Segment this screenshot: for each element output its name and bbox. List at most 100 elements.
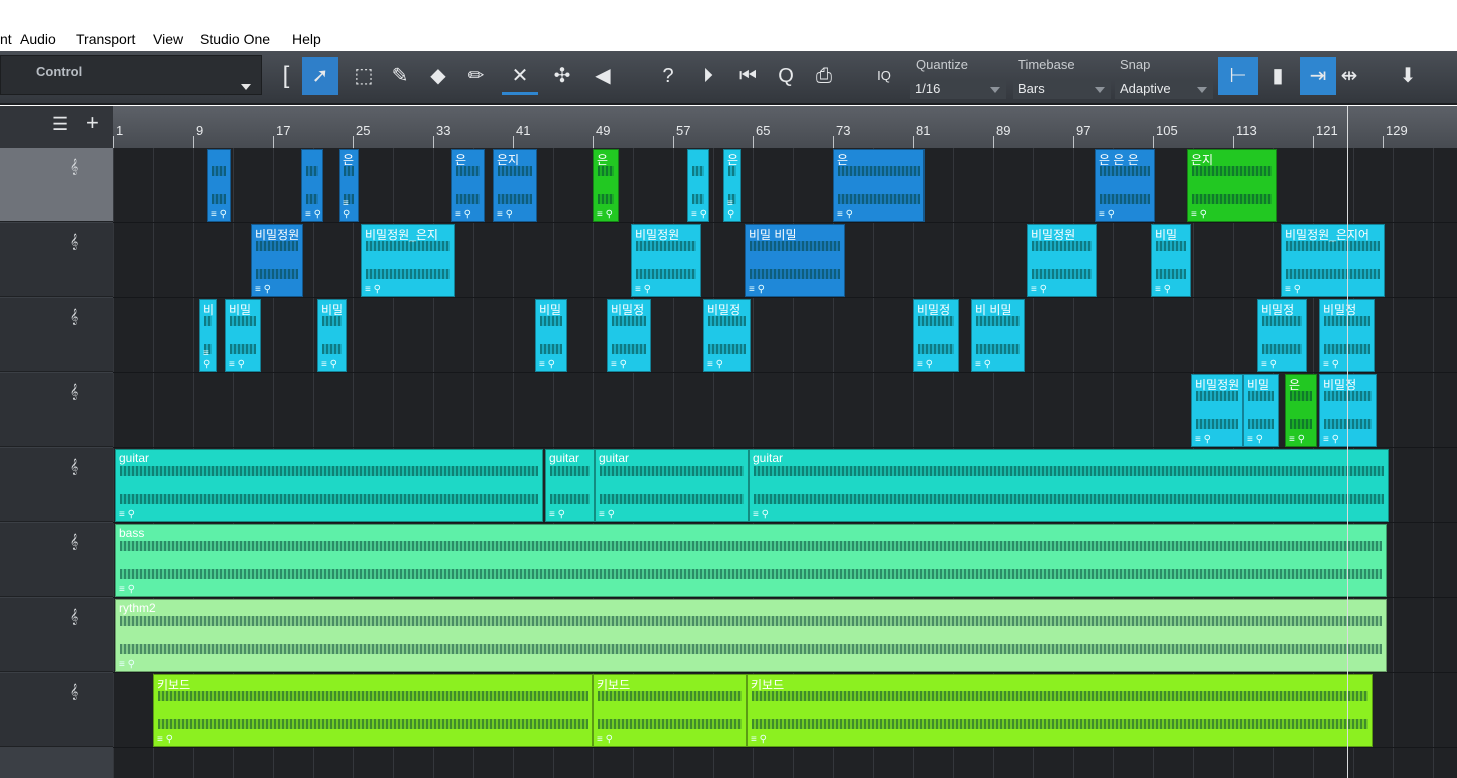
audio-clip[interactable]: 비밀정 ≡ ⚲	[913, 299, 959, 372]
track-lane[interactable]: 비 ≡ ⚲ 비밀 ≡ ⚲ 비밀 ≡ ⚲ 비밀 ≡ ⚲ 비밀정 ≡ ⚲ 비밀정 ≡ ⚲ 비밀정 ≡ ⚲ 비 비…	[113, 298, 1457, 373]
clip-options-icon[interactable]: ≡ ⚲	[119, 509, 135, 520]
iq-button[interactable]: IQ	[866, 57, 902, 95]
arrow-tool-button[interactable]: ➚	[302, 57, 338, 95]
autoscroll-button[interactable]: ⏮	[730, 57, 766, 95]
audio-clip[interactable]: 은지 ≡ ⚲	[1187, 149, 1277, 222]
audio-clip[interactable]: 비밀정 ≡ ⚲	[1319, 374, 1377, 447]
clip-options-icon[interactable]: ≡ ⚲	[203, 348, 216, 370]
clip-options-icon[interactable]: ≡ ⚲	[1195, 434, 1211, 445]
menu-studio-one[interactable]: Studio One	[200, 31, 270, 47]
clip-options-icon[interactable]: ≡ ⚲	[727, 198, 740, 220]
clip-options-icon[interactable]: ≡ ⚲	[1261, 359, 1277, 370]
audio-clip[interactable]: 은≡ ⚲	[593, 149, 619, 222]
paint-tool-button[interactable]: ✏	[458, 57, 494, 95]
clip-options-icon[interactable]: ≡ ⚲	[1247, 434, 1263, 445]
track-header[interactable]: 𝄞	[0, 448, 113, 522]
clip-options-icon[interactable]: ≡ ⚲	[365, 284, 381, 295]
relative-grid-button[interactable]: ▮	[1260, 57, 1296, 95]
audio-clip[interactable]: 은≡ ⚲	[339, 149, 359, 222]
arrange-view[interactable]: ≡ ⚲≡ ⚲은≡ ⚲은≡ ⚲은지≡ ⚲은≡ ⚲≡ ⚲은≡ ⚲은≡ ⚲은≡ ⚲은 …	[113, 148, 1457, 778]
track-menu-icon[interactable]: ☰	[52, 114, 68, 135]
clip-options-icon[interactable]: ≡ ⚲	[549, 509, 565, 520]
snap-to-event-button[interactable]: ⏵	[690, 57, 726, 95]
track-lane[interactable]: bass ≡ ⚲	[113, 523, 1457, 598]
track-lane[interactable]: guitar ≡ ⚲ guitar ≡ ⚲ guitar ≡ ⚲ guitar ≡ ⚲	[113, 448, 1457, 523]
audio-clip[interactable]: 은지 ≡ ⚲	[493, 149, 537, 222]
clip-options-icon[interactable]: ≡ ⚲	[611, 359, 627, 370]
clip-options-icon[interactable]: ≡ ⚲	[539, 359, 555, 370]
audio-clip[interactable]: guitar ≡ ⚲	[749, 449, 1389, 522]
audio-clip[interactable]: 키보드 ≡ ⚲	[593, 674, 747, 747]
clip-options-icon[interactable]: ≡ ⚲	[751, 734, 767, 745]
eraser-tool-button[interactable]: ◆	[420, 57, 456, 95]
audio-clip[interactable]: 은 은 은 ≡ ⚲	[1095, 149, 1155, 222]
clip-options-icon[interactable]: ≡ ⚲	[1285, 284, 1301, 295]
audio-clip[interactable]: ≡ ⚲	[301, 149, 323, 222]
menu-audio[interactable]: Audio	[20, 31, 56, 47]
clip-options-icon[interactable]: ≡ ⚲	[1323, 434, 1339, 445]
audio-clip[interactable]: ≡ ⚲	[687, 149, 709, 222]
menu-transport[interactable]: Transport	[76, 31, 135, 47]
audio-clip[interactable]: 비 ≡ ⚲	[199, 299, 217, 372]
snap-cursor-button[interactable]: ⇥	[1300, 57, 1336, 95]
clip-options-icon[interactable]: ≡ ⚲	[753, 509, 769, 520]
split-cursor-button[interactable]: ⇹	[1336, 57, 1362, 95]
timeline-ruler[interactable]: 1 9 17 25 33 41 49 57 65 73 81 89 97 105 113 121 129	[113, 106, 1457, 149]
menu-help[interactable]: Help	[292, 31, 321, 47]
playhead[interactable]	[1347, 106, 1348, 778]
audio-clip[interactable]: 비밀정원 ≡ ⚲	[251, 224, 303, 297]
track-lane[interactable]: ≡ ⚲≡ ⚲은≡ ⚲은≡ ⚲은지≡ ⚲은≡ ⚲≡ ⚲은≡ ⚲은≡ ⚲은≡ ⚲은 …	[113, 148, 1457, 223]
split-tool-button[interactable]: ✎	[382, 57, 418, 95]
clip-options-icon[interactable]: ≡ ⚲	[749, 284, 765, 295]
range-tool-button[interactable]: ⬚	[346, 57, 382, 95]
clip-options-icon[interactable]: ≡ ⚲	[635, 284, 651, 295]
bend-tool-button[interactable]: ✣	[544, 57, 580, 95]
audio-clip[interactable]: 키보드 ≡ ⚲	[153, 674, 593, 747]
clip-options-icon[interactable]: ≡ ⚲	[1155, 284, 1171, 295]
clip-options-icon[interactable]: ≡ ⚲	[497, 209, 513, 220]
audio-clip[interactable]: rythm2 ≡ ⚲	[115, 599, 1387, 672]
help-button[interactable]: ?	[650, 57, 686, 95]
clip-options-icon[interactable]: ≡ ⚲	[597, 734, 613, 745]
audio-clip[interactable]: 비밀정원 ≡ ⚲	[1191, 374, 1243, 447]
clip-options-icon[interactable]: ≡ ⚲	[157, 734, 173, 745]
track-header[interactable]: 𝄞	[0, 673, 113, 747]
audio-clip[interactable]: guitar ≡ ⚲	[595, 449, 749, 522]
clip-options-icon[interactable]: ≡ ⚲	[1289, 434, 1305, 445]
clip-options-icon[interactable]: ≡ ⚲	[305, 209, 321, 220]
quantize-select[interactable]: 1/16	[910, 79, 1006, 99]
audio-clip[interactable]: 비밀정 ≡ ⚲	[1257, 299, 1307, 372]
track-lane[interactable]: 키보드 ≡ ⚲ 키보드 ≡ ⚲ 키보드 ≡ ⚲	[113, 673, 1457, 748]
clip-options-icon[interactable]: ≡ ⚲	[211, 209, 227, 220]
clip-options-icon[interactable]: ≡ ⚲	[255, 284, 271, 295]
track-header[interactable]: 𝄞	[0, 598, 113, 672]
track-lane[interactable]: 비밀정원 ≡ ⚲ 비밀정원_은지 ≡ ⚲ 비밀정원 ≡ ⚲ 비밀 비밀 ≡ ⚲ 비밀정원 ≡ ⚲ 비…	[113, 223, 1457, 298]
clip-options-icon[interactable]: ≡ ⚲	[1323, 359, 1339, 370]
audio-clip[interactable]: 키보드 ≡ ⚲	[747, 674, 1373, 747]
audio-clip[interactable]: 비밀정원 ≡ ⚲	[1027, 224, 1097, 297]
clip-options-icon[interactable]: ≡ ⚲	[343, 198, 358, 220]
audio-clip[interactable]: 은≡ ⚲	[451, 149, 485, 222]
clip-options-icon[interactable]: ≡ ⚲	[455, 209, 471, 220]
audio-clip[interactable]: 비 비밀 ≡ ⚲	[971, 299, 1025, 372]
clip-options-icon[interactable]: ≡ ⚲	[691, 209, 707, 220]
track-header[interactable]: 𝄞	[0, 223, 113, 297]
track-lane[interactable]: 비밀정원 ≡ ⚲ 비밀 ≡ ⚲ 은 ≡ ⚲ 비밀정 ≡ ⚲	[113, 373, 1457, 448]
audio-clip[interactable]: 비밀 ≡ ⚲	[535, 299, 567, 372]
quantize-button[interactable]: Q	[768, 57, 804, 95]
print-button[interactable]: ⎙	[806, 57, 842, 95]
audio-clip[interactable]: 은≡ ⚲	[833, 149, 925, 222]
audio-clip[interactable]: 비밀 ≡ ⚲	[1151, 224, 1191, 297]
clip-options-icon[interactable]: ≡ ⚲	[1191, 209, 1207, 220]
clip-options-icon[interactable]: ≡ ⚲	[229, 359, 245, 370]
audio-clip[interactable]: 비밀정 ≡ ⚲	[703, 299, 751, 372]
audio-clip[interactable]: 은≡ ⚲	[723, 149, 741, 222]
clip-options-icon[interactable]: ≡ ⚲	[707, 359, 723, 370]
listen-tool-button[interactable]: ◀	[585, 57, 621, 95]
timebase-select[interactable]: Bars	[1013, 79, 1111, 99]
clip-options-icon[interactable]: ≡ ⚲	[119, 584, 135, 595]
audio-clip[interactable]: 비밀 ≡ ⚲	[225, 299, 261, 372]
clip-options-icon[interactable]: ≡ ⚲	[597, 209, 613, 220]
add-track-icon[interactable]: +	[86, 110, 99, 136]
track-header[interactable]: 𝄞	[0, 523, 113, 597]
